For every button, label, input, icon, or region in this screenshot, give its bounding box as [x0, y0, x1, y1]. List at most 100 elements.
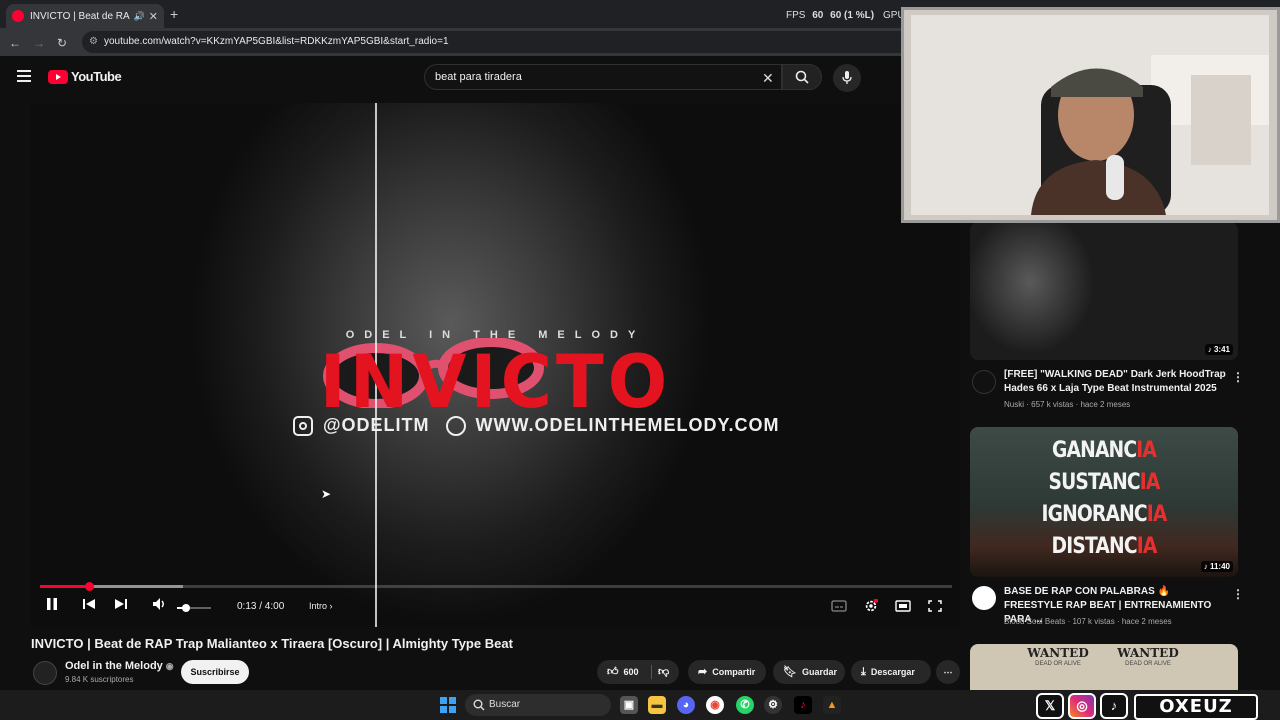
- search-button[interactable]: [782, 64, 822, 90]
- back-arrow-icon[interactable]: ←: [9, 36, 21, 50]
- instagram-badge-icon: ◎: [1068, 693, 1096, 719]
- fps-value: 60: [812, 10, 824, 21]
- rec-thumbnail[interactable]: WANTED DEAD OR ALIVE WANTED DEAD OR ALIV…: [970, 644, 1238, 690]
- previous-button[interactable]: [82, 597, 96, 614]
- reload-icon[interactable]: ↻: [57, 36, 67, 50]
- rec-thumbnail[interactable]: GANANCIA SUSTANCIA IGNORANCIA DISTANCIA …: [970, 427, 1238, 577]
- whatsapp-icon[interactable]: ✆: [736, 696, 754, 714]
- settings-gear-icon[interactable]: [863, 599, 879, 613]
- progress-bar[interactable]: [40, 582, 952, 591]
- share-icon: ➦: [698, 666, 708, 678]
- chapter-button[interactable]: Intro ›: [309, 601, 333, 611]
- url-text: youtube.com/watch?v=KKzmYAP5GBI&list=RDK…: [104, 36, 449, 47]
- taskbar-search-placeholder: Buscar: [489, 699, 521, 710]
- pause-icon: [47, 598, 57, 610]
- forward-arrow-icon[interactable]: →: [33, 36, 45, 50]
- art-title-text: INVICTO: [319, 338, 672, 426]
- rec-thumbnail[interactable]: ♪ 3:41: [970, 222, 1238, 360]
- webcam-feed: [911, 15, 1269, 215]
- instagram-icon: [293, 415, 313, 436]
- tab-close-icon[interactable]: ✕: [149, 10, 158, 23]
- more-vertical-icon[interactable]: ⋮: [1232, 587, 1244, 601]
- site-info-icon[interactable]: ⚙: [89, 31, 98, 53]
- volume-knob[interactable]: [181, 604, 190, 612]
- channel-name-row[interactable]: Odel in the Melody ◉: [65, 660, 174, 672]
- app-icon[interactable]: ▲: [823, 696, 841, 714]
- duration-badge: ♪ 3:41: [1204, 344, 1233, 355]
- new-tab-button[interactable]: +: [170, 6, 178, 22]
- rec-meta: Blood Soul Beats · 107 k vistas · hace 2…: [1004, 617, 1172, 626]
- subscribe-button[interactable]: Suscribirse: [181, 660, 249, 684]
- thumb-wanted-sub: DEAD OR ALIVE: [1125, 661, 1171, 667]
- url-field[interactable]: ⚙ youtube.com/watch?v=KKzmYAP5GBI&list=R…: [82, 31, 922, 53]
- like-dislike-group: 👍︎ 600 👎︎: [597, 660, 679, 684]
- rec-channel-avatar[interactable]: [972, 370, 996, 394]
- mute-button[interactable]: [152, 597, 168, 614]
- fullscreen-icon[interactable]: [927, 599, 943, 613]
- save-label: Guardar: [801, 667, 837, 677]
- like-button[interactable]: 👍︎ 600: [607, 666, 639, 678]
- save-button[interactable]: 🔖︎ Guardar: [773, 660, 845, 684]
- previous-icon: [83, 599, 95, 609]
- chrome-icon[interactable]: ◉: [706, 696, 724, 714]
- tab-audio-icon[interactable]: 🔊: [134, 11, 145, 22]
- subtitles-icon[interactable]: [831, 599, 847, 613]
- like-count: 600: [623, 667, 639, 677]
- microphone-icon: [842, 71, 852, 84]
- volume-slider[interactable]: [177, 604, 211, 612]
- windows-start-icon[interactable]: [440, 697, 456, 713]
- more-actions-button[interactable]: ⋯: [936, 660, 960, 684]
- tiktok-app-icon[interactable]: ♪: [794, 696, 812, 714]
- bookmark-icon: 🔖︎: [783, 666, 797, 678]
- art-instagram-text: @ODELITM: [323, 415, 430, 435]
- search-icon: [473, 699, 485, 711]
- stream-social-badges: 𝕏 ◎ ♪: [1036, 693, 1128, 719]
- search-icon: [795, 70, 809, 84]
- download-label: Descargar: [870, 667, 915, 677]
- menu-icon[interactable]: [17, 70, 31, 82]
- art-social-line: @ODELITM WWW.ODELINTHEMELODY.COM: [293, 415, 780, 436]
- discord-icon[interactable]: ◕: [677, 696, 695, 714]
- channel-avatar[interactable]: [33, 661, 57, 685]
- chapter-label: Intro: [309, 601, 328, 611]
- thumbs-up-icon: 👍︎: [607, 666, 619, 678]
- rec-channel-avatar[interactable]: [972, 586, 996, 610]
- tiktok-badge-icon: ♪: [1100, 693, 1128, 719]
- next-icon: [115, 599, 127, 609]
- search-input[interactable]: beat para tiradera: [424, 64, 782, 90]
- art-website-text: WWW.ODELINTHEMELODY.COM: [475, 415, 780, 435]
- browser-tab-active[interactable]: INVICTO | Beat de RAP Trap 🔊 ✕: [6, 4, 164, 28]
- stream-handle: OXEUZ: [1134, 694, 1258, 720]
- clear-search-icon[interactable]: ✕: [762, 70, 774, 87]
- webcam-overlay: [901, 7, 1280, 223]
- verified-icon: ◉: [165, 661, 174, 671]
- rec-channel[interactable]: Blood Soul Beats: [1004, 617, 1065, 626]
- youtube-logo[interactable]: YouTube: [48, 69, 122, 84]
- thumb-wanted-sub: DEAD OR ALIVE: [1035, 661, 1081, 667]
- download-button[interactable]: ⤓ Descargar: [851, 660, 931, 684]
- taskbar-search[interactable]: Buscar: [465, 694, 611, 716]
- next-button[interactable]: [114, 597, 128, 614]
- streamer-figure: [911, 15, 1269, 215]
- progress-played: [40, 585, 90, 588]
- pause-button[interactable]: [46, 597, 58, 614]
- more-vertical-icon[interactable]: ⋮: [1232, 370, 1244, 384]
- share-button[interactable]: ➦ Compartir: [688, 660, 766, 684]
- rec-title[interactable]: [FREE] "WALKING DEAD" Dark Jerk HoodTrap…: [1004, 368, 1228, 396]
- video-player[interactable]: ODEL IN THE MELODY INVICTO @ODELITM WWW.…: [31, 103, 960, 627]
- share-label: Compartir: [712, 667, 756, 677]
- rec-channel[interactable]: Nuski: [1004, 400, 1024, 409]
- thumb-word: SUSTANCIA: [1048, 470, 1160, 495]
- steam-icon[interactable]: ⚙: [764, 696, 782, 714]
- theater-mode-icon[interactable]: [895, 599, 911, 613]
- channel-name[interactable]: Odel in the Melody: [65, 660, 163, 672]
- voice-search-button[interactable]: [833, 64, 861, 92]
- mouse-cursor-icon: ➤: [321, 487, 332, 501]
- fps-overlay: FPS 60 60 (1 %L): [786, 10, 874, 21]
- file-explorer-icon[interactable]: ▬: [648, 696, 666, 714]
- globe-icon: [445, 415, 466, 436]
- fps-detail: 60 (1 %L): [830, 10, 875, 21]
- tab-title: INVICTO | Beat de RAP Trap: [30, 10, 130, 22]
- dislike-button[interactable]: 👎︎: [658, 660, 674, 684]
- task-view-icon[interactable]: ▣: [620, 696, 638, 714]
